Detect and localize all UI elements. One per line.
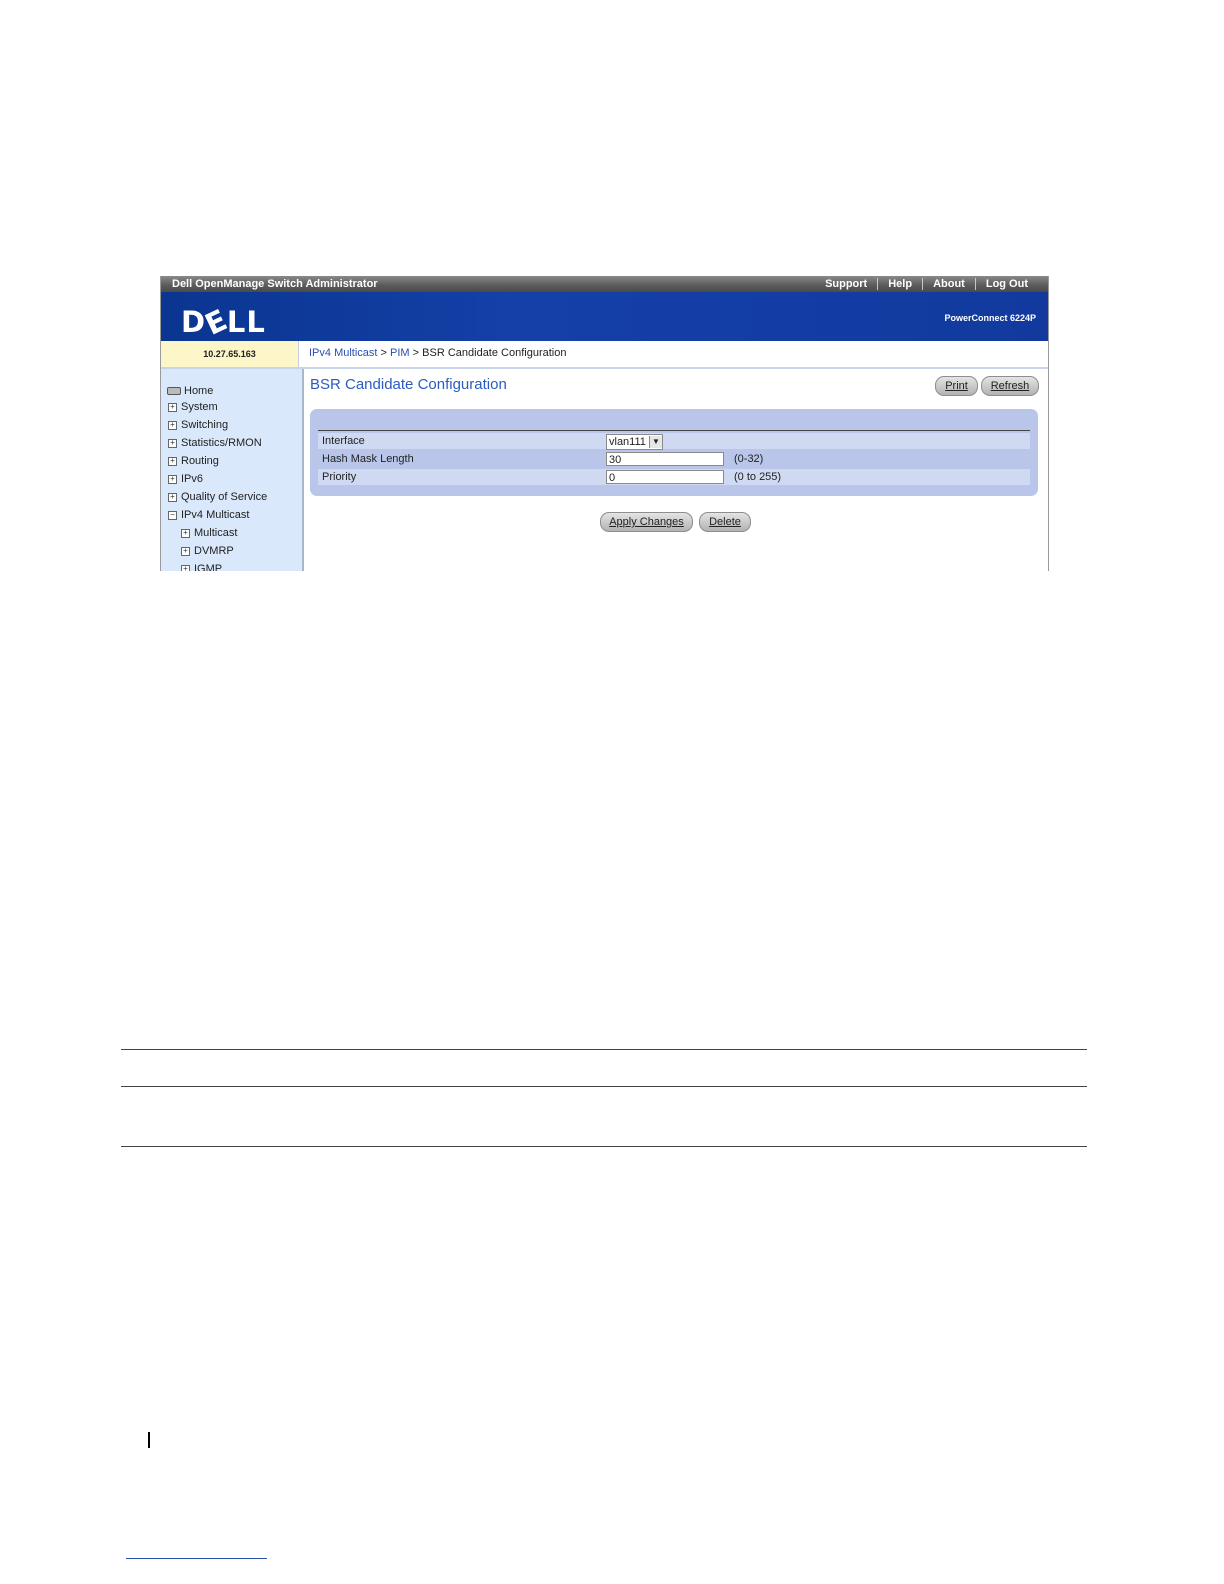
sidebar-item-label: Switching [181, 419, 229, 431]
sidebar-item-switching[interactable]: + Switching [168, 419, 228, 431]
sidebar-item-multicast[interactable]: + Multicast [181, 527, 237, 539]
sidebar-item-label: System [181, 401, 218, 413]
ip-address: 10.27.65.163 [161, 341, 299, 367]
expand-plus-icon[interactable]: + [168, 456, 177, 466]
breadcrumb-ipv4-multicast[interactable]: IPv4 Multicast [309, 347, 377, 359]
breadcrumb-current: BSR Candidate Configuration [422, 347, 567, 359]
sidebar-item-home[interactable]: Home [167, 385, 213, 397]
logout-link[interactable]: Log Out [974, 278, 1038, 290]
expand-plus-icon[interactable]: + [168, 492, 177, 502]
sidebar-item-label: Quality of Service [181, 491, 268, 503]
screenshot-window: Dell OpenManage Switch Administrator Sup… [160, 276, 1049, 571]
sidebar-item-qos[interactable]: + Quality of Service [168, 491, 267, 503]
sidebar-item-label: IPv4 Multicast [181, 509, 250, 521]
priority-range: (0 to 255) [734, 471, 782, 483]
top-bar: Dell OpenManage Switch Administrator Sup… [161, 276, 1048, 292]
banner: DELL PowerConnect 6224P [161, 292, 1048, 342]
delete-button[interactable]: Delete [699, 512, 751, 532]
sidebar-item-igmp[interactable]: + IGMP [181, 563, 222, 571]
drive-icon [167, 387, 181, 395]
hash-mask-row: Hash Mask Length 30 (0-32) [318, 451, 1030, 467]
expand-plus-icon[interactable]: + [168, 474, 177, 484]
expand-plus-icon[interactable]: + [181, 528, 190, 538]
refresh-button[interactable]: Refresh [981, 376, 1039, 396]
chevron-down-icon[interactable]: ▼ [648, 436, 662, 448]
dell-logo: DELL [181, 302, 266, 342]
page-title: BSR Candidate Configuration [310, 376, 507, 393]
table-rule-middle [121, 1086, 1087, 1087]
config-panel: Interface vlan111 ▼ Hash Mask Length 30 … [310, 409, 1038, 496]
top-links: Support Help About Log Out [815, 278, 1038, 290]
sidebar-item-label: Statistics/RMON [181, 437, 262, 449]
page-margin-mark [148, 1432, 150, 1448]
priority-row: Priority 0 (0 to 255) [318, 469, 1030, 485]
about-link[interactable]: About [922, 278, 975, 290]
footer-underline [126, 1558, 267, 1559]
table-rule-bottom [121, 1146, 1087, 1147]
interface-label: Interface [322, 435, 365, 447]
expand-plus-icon[interactable]: + [181, 564, 190, 571]
product-name: PowerConnect 6224P [944, 313, 1036, 323]
priority-label: Priority [322, 471, 357, 483]
sidebar-item-label: Multicast [194, 527, 238, 539]
interface-row: Interface vlan111 ▼ [318, 433, 1030, 450]
expand-plus-icon[interactable]: + [181, 546, 190, 556]
sidebar-item-ipv6[interactable]: + IPv6 [168, 473, 203, 485]
print-button[interactable]: Print [935, 376, 978, 396]
priority-input[interactable]: 0 [606, 470, 724, 484]
sidebar-nav: Home + System + Switching + Statistics/R… [161, 369, 304, 571]
sidebar-item-statistics[interactable]: + Statistics/RMON [168, 437, 262, 449]
hash-mask-range: (0-32) [734, 453, 764, 465]
sidebar-item-routing[interactable]: + Routing [168, 455, 219, 467]
support-link[interactable]: Support [815, 278, 877, 290]
sidebar-item-label: Home [184, 385, 214, 397]
sidebar-item-label: Routing [181, 455, 219, 467]
table-rule-top [121, 1049, 1087, 1050]
hash-mask-input[interactable]: 30 [606, 452, 724, 466]
info-strip: 10.27.65.163 IPv4 Multicast > PIM > BSR … [161, 341, 1048, 369]
sidebar-item-label: IPv6 [181, 473, 204, 485]
interface-value: vlan111 [609, 436, 646, 448]
interface-select[interactable]: vlan111 ▼ [606, 434, 663, 450]
expand-plus-icon[interactable]: + [168, 420, 177, 430]
sidebar-item-label: DVMRP [194, 545, 234, 557]
sidebar-item-system[interactable]: + System [168, 401, 218, 413]
app-title: Dell OpenManage Switch Administrator [172, 278, 378, 290]
main-content: BSR Candidate Configuration Print Refres… [304, 369, 1048, 571]
breadcrumb-separator: > [380, 347, 387, 359]
expand-plus-icon[interactable]: + [168, 402, 177, 412]
sidebar-item-label: IGMP [194, 563, 223, 571]
help-link[interactable]: Help [877, 278, 922, 290]
expand-plus-icon[interactable]: + [168, 438, 177, 448]
panel-divider [318, 430, 1030, 431]
apply-changes-button[interactable]: Apply Changes [600, 512, 693, 532]
collapse-minus-icon[interactable]: − [168, 510, 177, 520]
sidebar-item-dvmrp[interactable]: + DVMRP [181, 545, 234, 557]
breadcrumb: IPv4 Multicast > PIM > BSR Candidate Con… [309, 347, 566, 359]
breadcrumb-separator: > [412, 347, 420, 359]
hash-mask-label: Hash Mask Length [322, 453, 414, 465]
sidebar-item-ipv4-multicast[interactable]: − IPv4 Multicast [168, 509, 249, 521]
breadcrumb-pim[interactable]: PIM [390, 347, 410, 359]
